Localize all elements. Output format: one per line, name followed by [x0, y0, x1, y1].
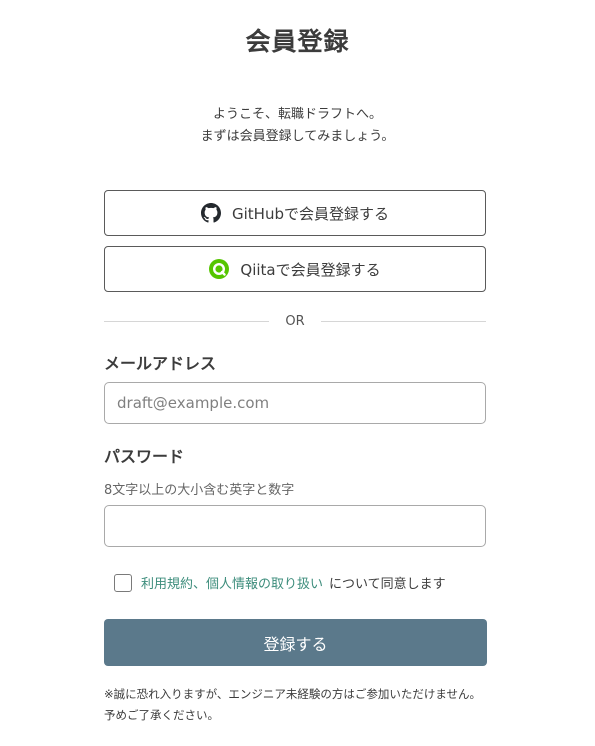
email-label: メールアドレス [104, 354, 217, 373]
qiita-signup-label: Qiitaで会員登録する [240, 260, 381, 279]
or-divider: OR [104, 312, 487, 330]
qiita-icon [209, 259, 230, 279]
terms-suffix: について同意します [329, 577, 446, 592]
email-field[interactable] [104, 382, 486, 424]
welcome-line-2: まずは会員登録してみましょう。 [200, 129, 395, 144]
welcome-message: ようこそ、転職ドラフトへ。 まずは会員登録してみましょう。 [0, 104, 595, 148]
terms-link[interactable]: 利用規約、個人情報の取り扱い [141, 573, 323, 592]
or-label: OR [285, 313, 305, 329]
divider-line-right [320, 320, 487, 322]
password-field[interactable] [104, 505, 486, 547]
divider-line-left [104, 320, 270, 322]
password-label: パスワード [104, 447, 185, 466]
password-hint: 8文字以上の大小含む英字と数字 [104, 483, 295, 498]
register-button[interactable]: 登録する [104, 619, 487, 666]
github-signup-button[interactable]: GitHubで会員登録する [104, 190, 486, 236]
terms-checkbox[interactable] [114, 573, 132, 592]
qiita-signup-button[interactable]: Qiitaで会員登録する [104, 246, 486, 292]
welcome-line-1: ようこそ、転職ドラフトへ。 [212, 107, 382, 122]
signup-page: 会員登録 ようこそ、転職ドラフトへ。 まずは会員登録してみましょう。 GitHu… [0, 0, 595, 746]
eligibility-note: ※誠に恐れ入りますが、エンジニア未経験の方はご参加いただけません。予めご了承くだ… [104, 687, 482, 722]
terms-agreement: 利用規約、個人情報の取り扱い について同意します [114, 573, 446, 592]
github-icon [201, 203, 221, 223]
github-signup-label: GitHubで会員登録する [232, 204, 389, 223]
page-title: 会員登録 [245, 27, 350, 56]
